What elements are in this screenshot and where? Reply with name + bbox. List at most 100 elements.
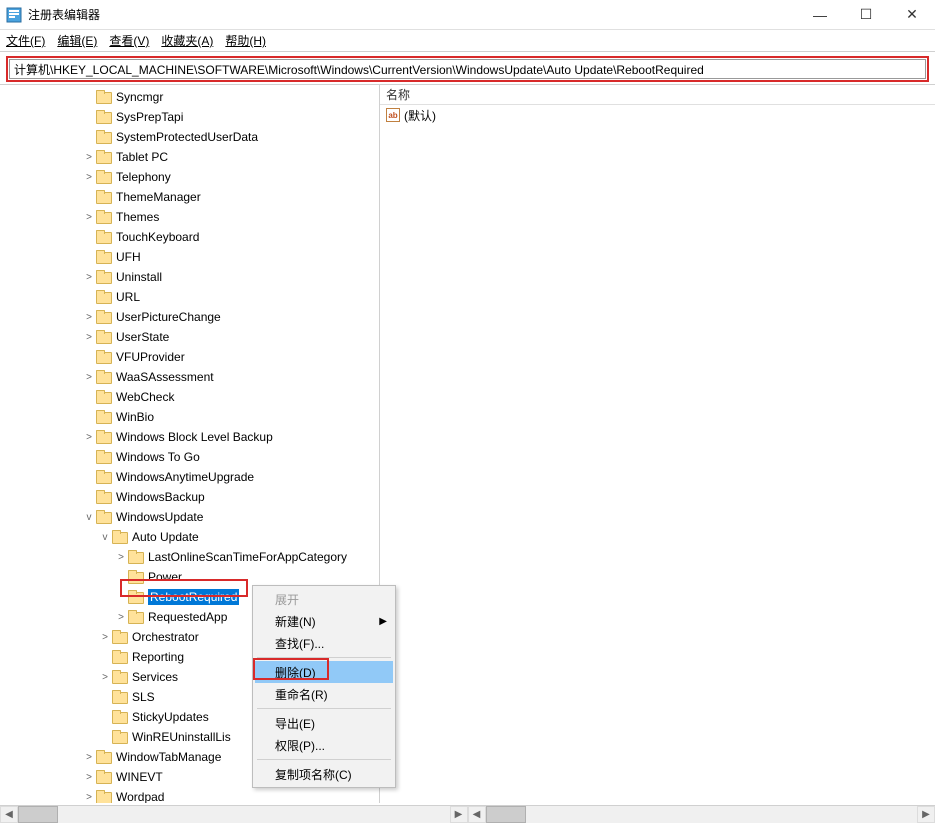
value-name: (默认) xyxy=(404,107,436,124)
cm-expand: 展开 xyxy=(255,588,393,610)
maximize-button[interactable]: ☐ xyxy=(843,0,889,30)
menu-view[interactable]: 查看(V) xyxy=(109,32,149,49)
tree-item-label: ThemeManager xyxy=(116,190,201,204)
tree-item-label: Power xyxy=(148,570,182,584)
expander-icon[interactable]: > xyxy=(114,552,128,563)
tree-item[interactable]: WinBio xyxy=(0,407,379,427)
folder-icon xyxy=(128,590,144,604)
folder-icon xyxy=(96,490,112,504)
tree-item[interactable]: WindowsBackup xyxy=(0,487,379,507)
expander-icon[interactable]: > xyxy=(82,332,96,343)
tree-item[interactable]: >Wordpad xyxy=(0,787,379,803)
expander-icon[interactable]: > xyxy=(82,372,96,383)
tree-item[interactable]: >Uninstall xyxy=(0,267,379,287)
tree-item[interactable]: >WaaSAssessment xyxy=(0,367,379,387)
scroll-right-icon[interactable]: ▶ xyxy=(917,806,935,823)
folder-icon xyxy=(96,190,112,204)
tree-item[interactable]: TouchKeyboard xyxy=(0,227,379,247)
cm-find[interactable]: 查找(F)... xyxy=(255,632,393,654)
tree-item[interactable]: SysPrepTapi xyxy=(0,107,379,127)
tree-item[interactable]: Windows To Go xyxy=(0,447,379,467)
value-row-default[interactable]: ab (默认) xyxy=(380,105,935,125)
expander-icon[interactable]: > xyxy=(82,752,96,763)
values-pane[interactable]: 名称 ab (默认) xyxy=(380,85,935,803)
expander-icon[interactable]: > xyxy=(98,632,112,643)
tree-item-label: LastOnlineScanTimeForAppCategory xyxy=(148,550,347,564)
folder-icon xyxy=(112,670,128,684)
tree-item[interactable]: WebCheck xyxy=(0,387,379,407)
scroll-right-icon[interactable]: ▶ xyxy=(450,806,468,823)
values-header-name[interactable]: 名称 xyxy=(380,85,935,105)
menu-edit[interactable]: 编辑(E) xyxy=(57,32,97,49)
folder-icon xyxy=(96,130,112,144)
folder-icon xyxy=(96,270,112,284)
menu-file[interactable]: 文件(F) xyxy=(6,32,45,49)
cm-separator xyxy=(257,657,391,658)
tree-item-label: WINEVT xyxy=(116,770,163,784)
menubar: 文件(F) 编辑(E) 查看(V) 收藏夹(A) 帮助(H) xyxy=(0,30,935,52)
expander-icon[interactable]: > xyxy=(82,312,96,323)
folder-icon xyxy=(96,310,112,324)
expander-icon[interactable]: > xyxy=(98,672,112,683)
tree-item[interactable]: vWindowsUpdate xyxy=(0,507,379,527)
scroll-left-icon[interactable]: ◀ xyxy=(468,806,486,823)
tree-item-label: Reporting xyxy=(132,650,184,664)
tree-item[interactable]: WindowsAnytimeUpgrade xyxy=(0,467,379,487)
tree-item-label: Services xyxy=(132,670,178,684)
cm-rename[interactable]: 重命名(R) xyxy=(255,683,393,705)
expander-icon[interactable]: > xyxy=(82,172,96,183)
scroll-thumb[interactable] xyxy=(486,806,526,823)
tree-item-label: Windows Block Level Backup xyxy=(116,430,273,444)
cm-copykey[interactable]: 复制项名称(C) xyxy=(255,763,393,785)
scroll-left-icon[interactable]: ◀ xyxy=(0,806,18,823)
cm-export[interactable]: 导出(E) xyxy=(255,712,393,734)
tree-item-label: WinBio xyxy=(116,410,154,424)
address-input[interactable] xyxy=(9,59,926,79)
cm-permissions[interactable]: 权限(P)... xyxy=(255,734,393,756)
tree-item[interactable]: >Tablet PC xyxy=(0,147,379,167)
cm-separator xyxy=(257,708,391,709)
minimize-button[interactable]: — xyxy=(797,0,843,30)
tree-item[interactable]: > Windows Block Level Backup xyxy=(0,427,379,447)
tree-item-label: SystemProtectedUserData xyxy=(116,130,258,144)
scroll-thumb[interactable] xyxy=(18,806,58,823)
tree-item[interactable]: Power xyxy=(0,567,379,587)
tree-item-label: Syncmgr xyxy=(116,90,163,104)
tree-item-label: SysPrepTapi xyxy=(116,110,183,124)
tree-item[interactable]: > Themes xyxy=(0,207,379,227)
expander-icon[interactable]: > xyxy=(82,772,96,783)
expander-icon[interactable]: v xyxy=(82,512,96,523)
tree-item[interactable]: > LastOnlineScanTimeForAppCategory xyxy=(0,547,379,567)
tree-item[interactable]: UFH xyxy=(0,247,379,267)
tree-item[interactable]: >UserState xyxy=(0,327,379,347)
tree-item-label: Orchestrator xyxy=(132,630,199,644)
tree-item[interactable]: >Telephony xyxy=(0,167,379,187)
folder-icon xyxy=(96,450,112,464)
expander-icon[interactable]: v xyxy=(98,532,112,543)
expander-icon[interactable]: > xyxy=(82,212,96,223)
tree-item-label: RequestedApp xyxy=(148,610,227,624)
tree-item[interactable]: SystemProtectedUserData xyxy=(0,127,379,147)
horizontal-scrollbar[interactable]: ◀ ▶ ◀ ▶ xyxy=(0,805,935,823)
tree-item-label: UserPictureChange xyxy=(116,310,221,324)
close-button[interactable]: ✕ xyxy=(889,0,935,30)
tree-item[interactable]: URL xyxy=(0,287,379,307)
expander-icon[interactable]: > xyxy=(82,272,96,283)
menu-favorites[interactable]: 收藏夹(A) xyxy=(161,32,213,49)
expander-icon[interactable]: > xyxy=(82,432,96,443)
tree-item-label: Themes xyxy=(116,210,159,224)
cm-new[interactable]: 新建(N)▶ xyxy=(255,610,393,632)
menu-help[interactable]: 帮助(H) xyxy=(225,32,266,49)
folder-icon xyxy=(96,90,112,104)
tree-item[interactable]: > UserPictureChange xyxy=(0,307,379,327)
tree-item[interactable]: VFUProvider xyxy=(0,347,379,367)
tree-item[interactable]: vAuto Update xyxy=(0,527,379,547)
cm-delete[interactable]: 删除(D) xyxy=(255,661,393,683)
expander-icon[interactable]: > xyxy=(114,612,128,623)
titlebar: 注册表编辑器 — ☐ ✕ xyxy=(0,0,935,30)
tree-item-label: WindowTabManage xyxy=(116,750,221,764)
expander-icon[interactable]: > xyxy=(82,152,96,163)
expander-icon[interactable]: > xyxy=(82,792,96,803)
tree-item[interactable]: Syncmgr xyxy=(0,87,379,107)
tree-item[interactable]: ThemeManager xyxy=(0,187,379,207)
